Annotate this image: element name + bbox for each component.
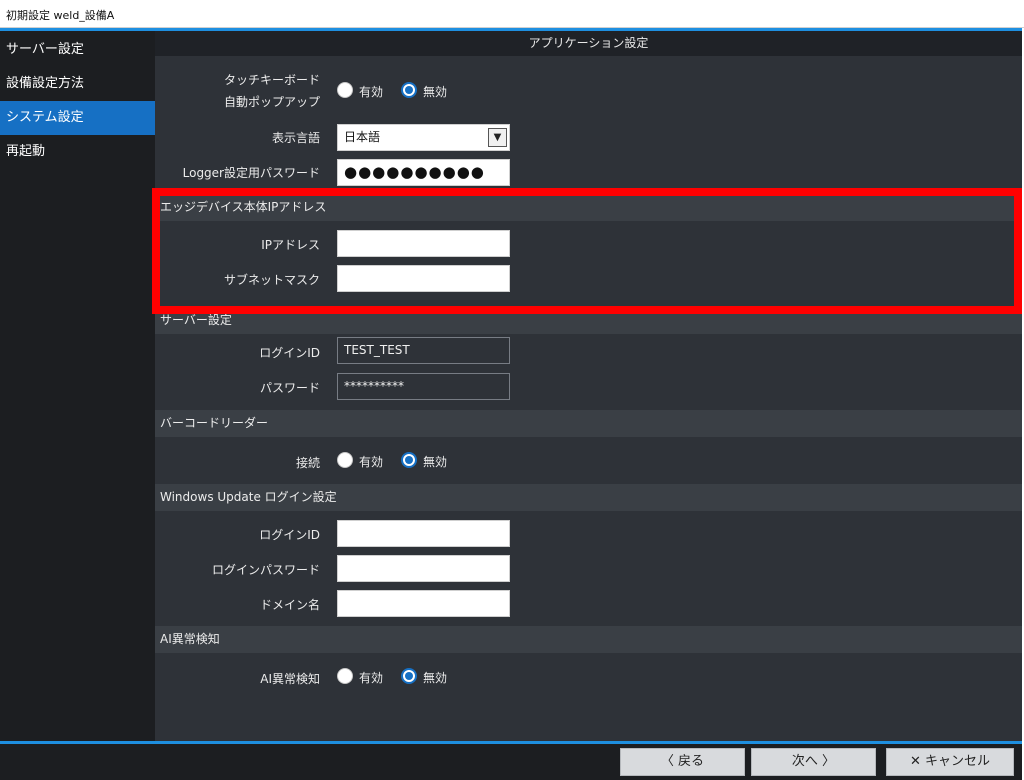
section-windows-update: Windows Update ログイン設定: [155, 484, 1022, 511]
wu-login-id-field[interactable]: [337, 520, 510, 547]
ip-address-field[interactable]: [337, 230, 510, 257]
server-password-field[interactable]: **********: [337, 373, 510, 400]
radio-label: 無効: [423, 671, 448, 685]
section-ai: AI異常検知: [155, 626, 1022, 653]
radio-label: 有効: [359, 85, 384, 99]
window-titlebar: 初期設定 weld_設備A: [0, 0, 1024, 28]
radio-off-icon: [337, 668, 353, 684]
radio-on-icon: [401, 82, 417, 98]
logger-password-label: Logger設定用パスワード: [182, 166, 320, 180]
radio-label: 無効: [423, 455, 448, 469]
server-password-label: パスワード: [259, 381, 320, 395]
back-button[interactable]: 〈 戻る: [620, 748, 745, 776]
radio-label: 有効: [359, 671, 384, 685]
radio-off-icon: [337, 82, 353, 98]
footer-bar: 〈 戻る 次へ 〉 ✕ キャンセル: [0, 744, 1022, 780]
sidebar-item-server-settings[interactable]: サーバー設定: [0, 33, 155, 67]
window-title: 初期設定 weld_設備A: [6, 9, 115, 22]
display-language-label: 表示言語: [271, 131, 320, 145]
touch-keyboard-label: タッチキーボード 自動ポップアップ: [160, 69, 320, 113]
server-login-id-field[interactable]: TEST_TEST: [337, 337, 510, 364]
radio-on-icon: [401, 452, 417, 468]
sidebar-item-restart[interactable]: 再起動: [0, 135, 155, 169]
radio-off-icon: [337, 452, 353, 468]
cancel-button[interactable]: ✕ キャンセル: [886, 748, 1014, 776]
section-server: サーバー設定: [155, 307, 1022, 334]
logger-password-field[interactable]: ●●●●●●●●●●: [337, 159, 510, 186]
ip-address-label: IPアドレス: [261, 238, 320, 252]
subnet-mask-field[interactable]: [337, 265, 510, 292]
subnet-mask-label: サブネットマスク: [223, 273, 320, 287]
wu-password-field[interactable]: [337, 555, 510, 582]
sidebar-item-system-settings[interactable]: システム設定: [0, 101, 155, 135]
wu-password-label: ログインパスワード: [211, 563, 320, 577]
wu-domain-field[interactable]: [337, 590, 510, 617]
touch-keyboard-label-line1: タッチキーボード: [223, 73, 320, 87]
display-language-value: 日本語: [344, 130, 381, 144]
radio-on-icon: [401, 668, 417, 684]
wu-login-id-label: ログインID: [259, 528, 320, 542]
server-login-id-label: ログインID: [259, 346, 320, 360]
barcode-connect-label: 接続: [295, 456, 320, 470]
ai-detect-label: AI異常検知: [260, 672, 320, 686]
sidebar-item-equipment-settings[interactable]: 設備設定方法: [0, 67, 155, 101]
section-barcode: バーコードリーダー: [155, 410, 1022, 437]
section-edge-ip: エッジデバイス本体IPアドレス: [155, 194, 1022, 221]
touch-keyboard-label-line2: 自動ポップアップ: [223, 95, 320, 109]
radio-label: 有効: [359, 455, 384, 469]
sidebar: サーバー設定 設備設定方法 システム設定 再起動: [0, 31, 155, 741]
display-language-select[interactable]: 日本語 ▼: [337, 124, 510, 151]
next-button[interactable]: 次へ 〉: [751, 748, 876, 776]
settings-panel: アプリケーション設定 タッチキーボード 自動ポップアップ 有効 無効 表示言語 …: [155, 31, 1022, 741]
chevron-down-icon[interactable]: ▼: [488, 128, 507, 147]
radio-label: 無効: [423, 85, 448, 99]
panel-title: アプリケーション設定: [155, 31, 1022, 56]
wu-domain-label: ドメイン名: [259, 598, 320, 612]
